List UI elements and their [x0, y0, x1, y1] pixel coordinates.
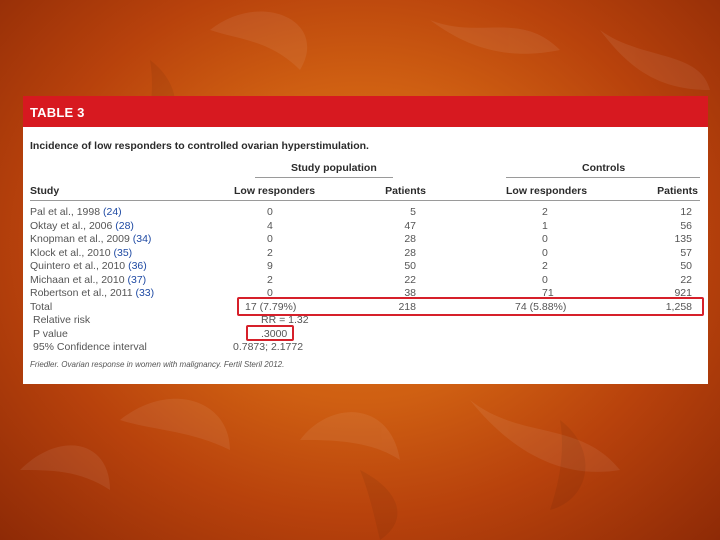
reference-link[interactable]: (36) [128, 260, 147, 272]
patients-cell: 28 [404, 246, 416, 259]
table-banner-title: TABLE 3 [23, 96, 708, 127]
column-header-controls-low-responders: Low responders [506, 185, 588, 197]
column-header-patients: Patients [385, 185, 426, 197]
patients-cell: 28 [404, 233, 416, 245]
study-cell: Robertson et al., 2011 (33) [30, 287, 154, 299]
patients-cell: 47 [404, 219, 416, 232]
statistics-block: Relative risk RR = 1.32 P value .3000 95… [23, 314, 708, 355]
stat-label: Relative risk [33, 314, 91, 326]
controls-low-responders-cell: 0 [542, 246, 548, 259]
controls-low-responders-cell: 2 [542, 206, 548, 218]
controls-patients-cell: 135 [674, 233, 692, 245]
study-cell: Pal et al., 1998 (24) [30, 206, 122, 218]
study-name: Oktay et al., 2006 [30, 219, 113, 232]
reference-link[interactable]: (35) [113, 247, 132, 259]
header-rule [30, 200, 700, 201]
study-cell: Oktay et al., 2006 (28) [30, 220, 134, 232]
table-row: Oktay et al., 2006 (28) 4 47 1 56 [23, 220, 708, 234]
controls-low-responders-cell: 2 [542, 260, 548, 272]
table-row: Michaan et al., 2010 (37) 2 22 0 22 [23, 274, 708, 288]
study-cell: Knopman et al., 2009 (34) [30, 233, 151, 245]
column-header-low-responders: Low responders [234, 185, 316, 197]
study-name: Michaan et al., 2010 [30, 273, 125, 286]
controls-patients-cell: 12 [680, 206, 692, 218]
low-responders-cell: 9 [267, 260, 273, 272]
table-footnote: Friedler. Ovarian response in women with… [30, 360, 285, 369]
study-name: Knopman et al., 2009 [30, 233, 130, 245]
stat-row-confidence-interval: 95% Confidence interval 0.7873; 2.1772 [23, 341, 708, 355]
reference-link[interactable]: (28) [115, 220, 134, 232]
group-header-controls: Controls [582, 162, 626, 174]
low-responders-cell: 0 [267, 206, 273, 218]
controls-low-responders-cell: 0 [542, 233, 548, 245]
group-underline-controls [506, 177, 700, 178]
stat-label: 95% Confidence interval [33, 341, 147, 353]
stat-label: P value [33, 327, 68, 340]
controls-patients-cell: 56 [680, 219, 692, 232]
controls-low-responders-cell: 0 [542, 273, 548, 286]
study-name: Robertson et al., 2011 [30, 287, 133, 299]
stat-row-relative-risk: Relative risk RR = 1.32 [23, 314, 708, 328]
patients-cell: 5 [410, 206, 416, 218]
reference-link[interactable]: (37) [127, 274, 146, 286]
group-underline-study-population [255, 177, 393, 178]
reference-link[interactable]: (33) [135, 287, 154, 299]
reference-link[interactable]: (24) [103, 206, 122, 218]
group-header-study-population: Study population [291, 162, 377, 174]
table-row: Quintero et al., 2010 (36) 9 50 2 50 [23, 260, 708, 274]
study-name: Quintero et al., 2010 [30, 260, 126, 272]
table-row: Klock et al., 2010 (35) 2 28 0 57 [23, 247, 708, 261]
patients-cell: 22 [404, 273, 416, 286]
stat-value: 0.7873; 2.1772 [233, 341, 304, 353]
low-responders-cell: 2 [267, 273, 273, 286]
controls-patients-cell: 57 [680, 246, 692, 259]
column-header-controls-patients: Patients [657, 185, 698, 197]
stat-row-p-value: P value .3000 [23, 328, 708, 342]
table-row: Pal et al., 1998 (24) 0 5 2 12 [23, 206, 708, 220]
study-name: Pal et al., 1998 [30, 206, 101, 218]
reference-link[interactable]: (34) [133, 233, 152, 245]
patients-cell: 50 [404, 260, 416, 272]
study-cell: Quintero et al., 2010 (36) [30, 260, 147, 272]
column-header-study: Study [30, 185, 60, 197]
low-responders-cell: 2 [267, 246, 273, 259]
total-label: Total [30, 300, 53, 313]
table-caption: Incidence of low responders to controlle… [30, 140, 369, 152]
study-cell: Klock et al., 2010 (35) [30, 247, 132, 259]
table-row: Knopman et al., 2009 (34) 0 28 0 135 [23, 233, 708, 247]
p-value-highlight [246, 325, 294, 341]
low-responders-cell: 4 [267, 219, 273, 232]
study-name: Klock et al., 2010 [30, 246, 111, 259]
low-responders-cell: 0 [267, 233, 273, 245]
total-row-highlight [237, 297, 704, 316]
study-cell: Michaan et al., 2010 (37) [30, 274, 146, 286]
controls-low-responders-cell: 1 [542, 219, 548, 232]
table-card: TABLE 3 Incidence of low responders to c… [23, 96, 708, 384]
controls-patients-cell: 50 [680, 260, 692, 272]
controls-patients-cell: 22 [680, 273, 692, 286]
